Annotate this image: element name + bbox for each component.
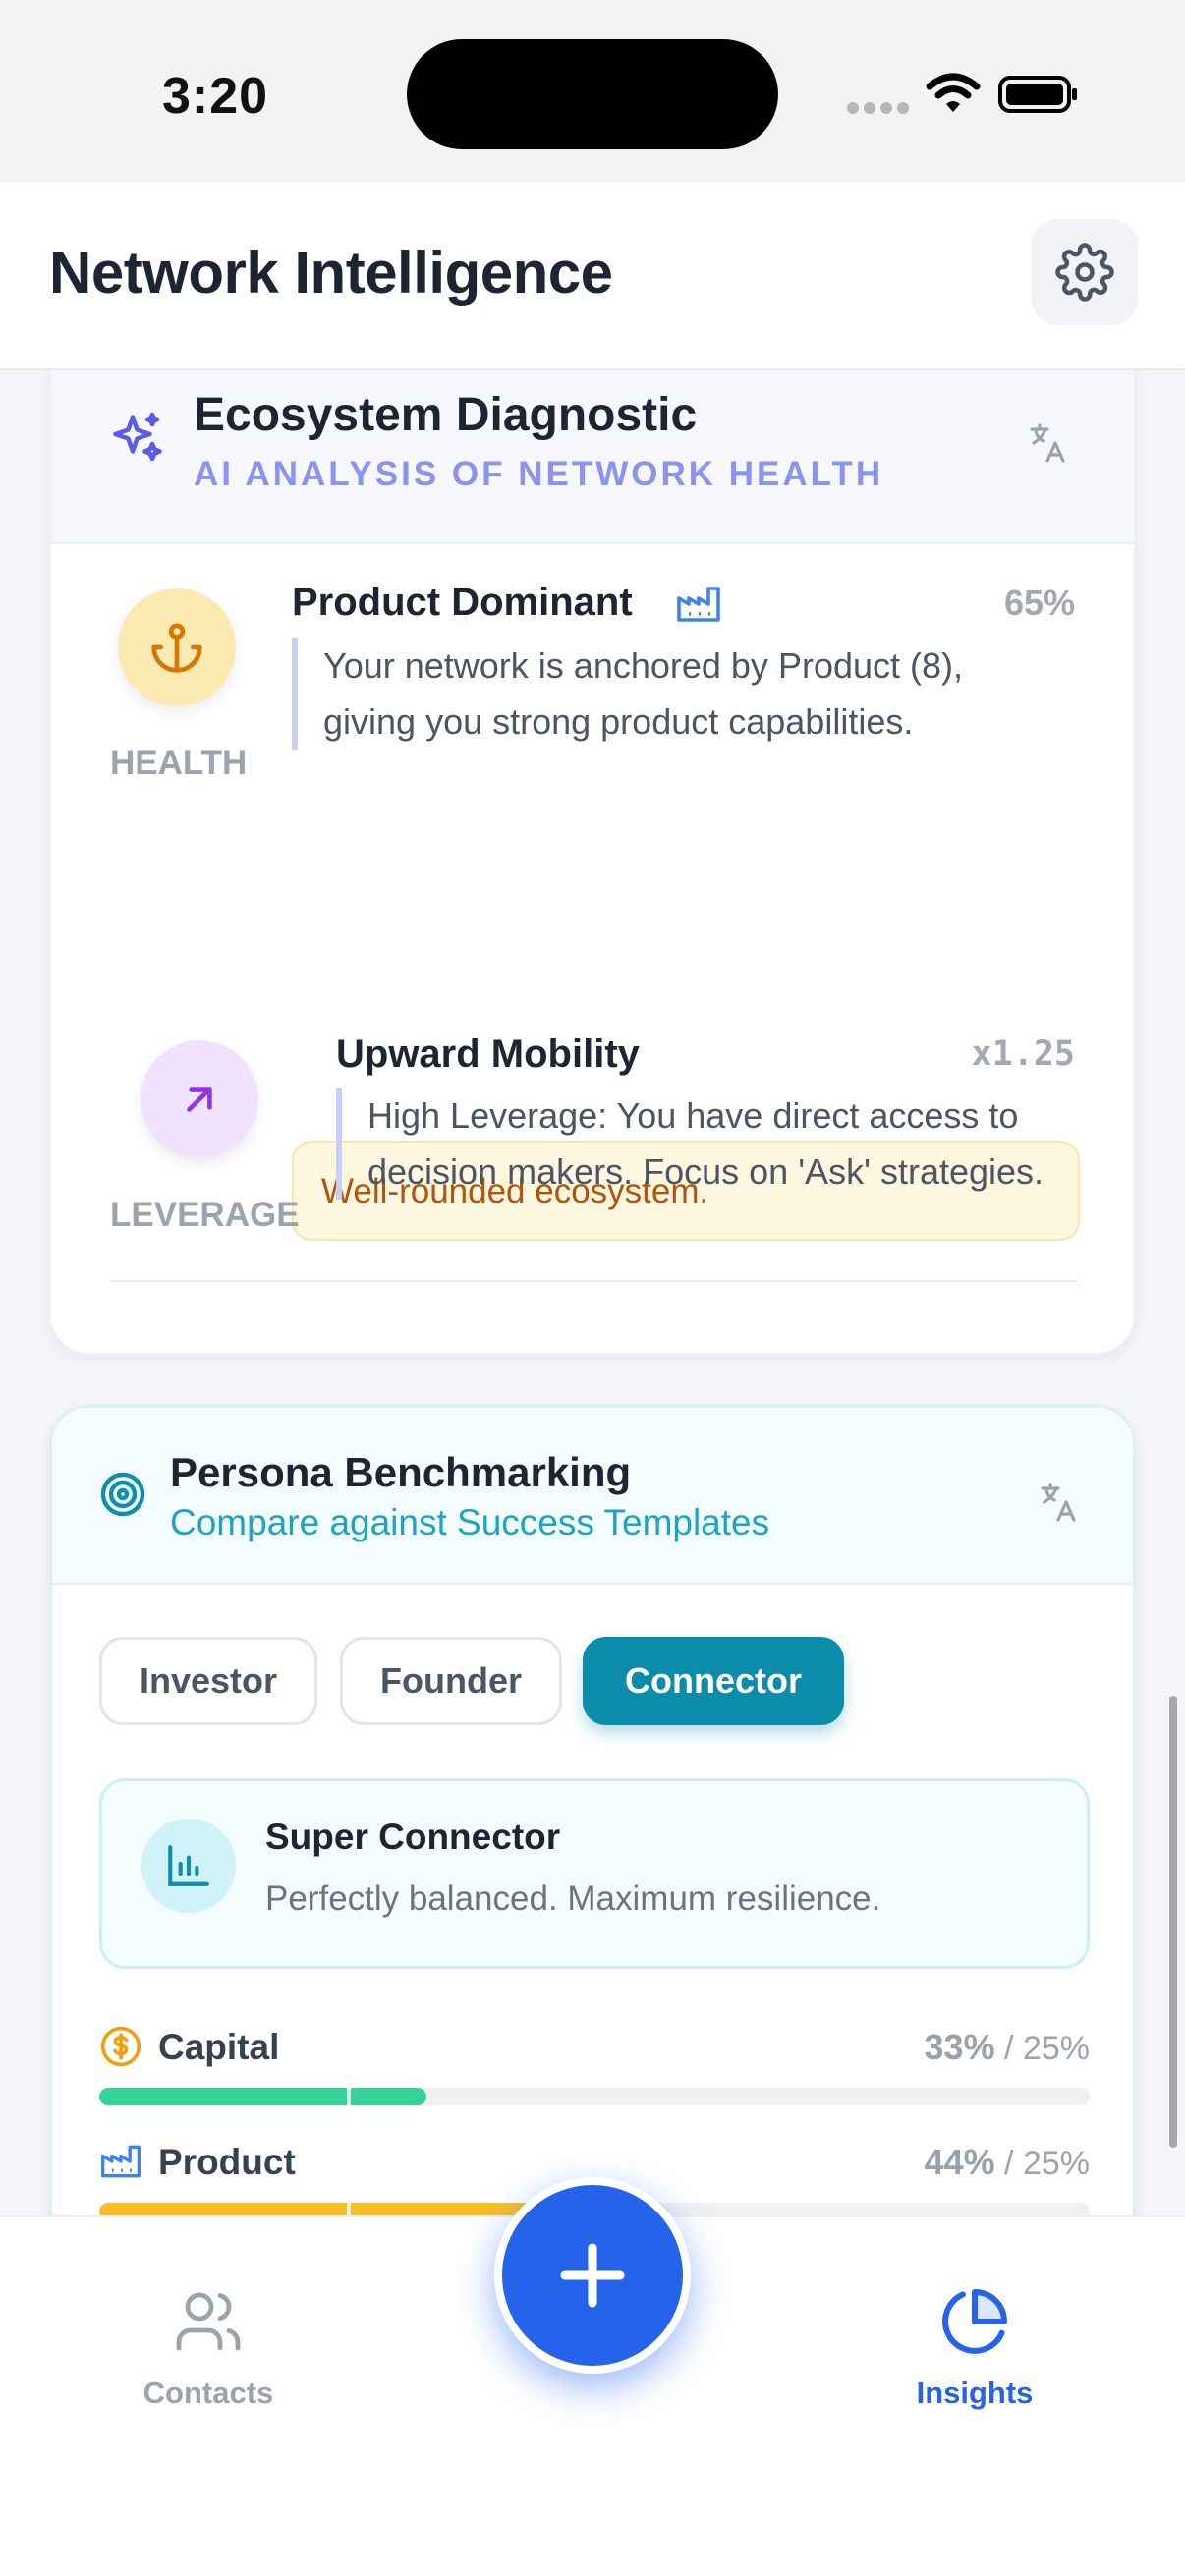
translate-icon[interactable] [1035, 1479, 1082, 1526]
health-value: 65% [1003, 583, 1075, 623]
anchor-icon [151, 623, 202, 673]
health-label: HEALTH [110, 744, 248, 782]
battery-icon [998, 76, 1077, 113]
persona-subtitle: Compare against Success Templates [170, 1502, 770, 1542]
capital-target: / 25% [1004, 2030, 1090, 2067]
template-icon-badge [141, 1819, 236, 1913]
dynamic-island [407, 39, 778, 149]
capital-label: Capital [158, 2027, 280, 2067]
capital-progress-track [99, 2088, 1090, 2105]
pie-chart-icon [942, 2289, 1007, 2354]
health-title: Product Dominant [292, 581, 633, 624]
factory-icon [677, 587, 720, 622]
target-icon [100, 1472, 145, 1517]
cellular-signal-icon [847, 102, 909, 114]
content-scroll[interactable]: Ecosystem Diagnostic AI ANALYSIS OF NETW… [0, 370, 1185, 2215]
product-percent: 44% / 25% [925, 2142, 1090, 2183]
template-title: Super Connector [265, 1817, 561, 1857]
product-target: / 25% [1004, 2145, 1090, 2182]
ecosystem-title: Ecosystem Diagnostic [194, 389, 698, 441]
plus-icon [560, 2243, 625, 2308]
ecosystem-card-header: Ecosystem Diagnostic AI ANALYSIS OF NETW… [51, 370, 1134, 544]
translate-icon[interactable] [1024, 420, 1071, 467]
metric-divider [110, 1280, 1079, 1282]
settings-button[interactable] [1032, 219, 1138, 325]
tab-founder[interactable]: Founder [340, 1637, 562, 1725]
product-value: 44% [924, 2142, 995, 2182]
persona-card-header: Persona Benchmarking Compare against Suc… [52, 1408, 1133, 1585]
sparkles-icon [113, 412, 162, 462]
health-badge [118, 588, 236, 706]
product-progress-fill [99, 2203, 536, 2215]
leverage-label: LEVERAGE [110, 1196, 300, 1234]
page-title: Network Intelligence [49, 240, 613, 306]
add-button[interactable] [494, 2177, 691, 2374]
wifi-icon [926, 73, 981, 112]
capital-progress-fill [99, 2088, 426, 2105]
nav-contacts[interactable]: Contacts [110, 2286, 307, 2411]
nav-contacts-label: Contacts [142, 2376, 274, 2410]
health-description: Your network is anchored by Product (8),… [292, 638, 1058, 750]
factory-icon [101, 2145, 141, 2178]
persona-benchmarking-card: Persona Benchmarking Compare against Suc… [49, 1405, 1136, 2215]
leverage-badge [141, 1040, 258, 1158]
tab-connector[interactable]: Connector [583, 1637, 844, 1725]
capital-target-marker [347, 2088, 351, 2105]
arrow-up-right-icon [187, 1087, 212, 1112]
template-description: Perfectly balanced. Maximum resilience. [265, 1879, 881, 1918]
persona-title: Persona Benchmarking [170, 1449, 632, 1495]
ecosystem-diagnostic-card: Ecosystem Diagnostic AI ANALYSIS OF NETW… [49, 370, 1136, 1355]
gear-icon [1055, 243, 1114, 302]
leverage-value: x1.25 [971, 1035, 1075, 1074]
status-time: 3:20 [162, 68, 269, 125]
template-summary: Super Connector Perfectly balanced. Maxi… [99, 1778, 1090, 1969]
nav-insights-label: Insights [916, 2376, 1034, 2410]
product-target-marker [347, 2203, 351, 2215]
capital-bar-row: Capital 33% / 25% [99, 2026, 1090, 2125]
capital-value: 33% [924, 2027, 995, 2067]
scrollbar[interactable] [1169, 1696, 1177, 2148]
leverage-description: High Leverage: You have direct access to… [336, 1088, 1083, 1200]
ecosystem-subtitle: AI ANALYSIS OF NETWORK HEALTH [194, 455, 884, 493]
capital-percent: 33% / 25% [925, 2027, 1090, 2068]
app-header: Network Intelligence [0, 182, 1185, 370]
dollar-icon [100, 2026, 141, 2067]
tab-investor[interactable]: Investor [99, 1637, 317, 1725]
product-label: Product [158, 2142, 296, 2182]
status-bar: 3:20 [0, 0, 1185, 182]
users-icon [176, 2292, 241, 2351]
leverage-title: Upward Mobility [336, 1033, 640, 1076]
bar-chart-icon [168, 1845, 209, 1886]
nav-insights[interactable]: Insights [876, 2286, 1073, 2411]
